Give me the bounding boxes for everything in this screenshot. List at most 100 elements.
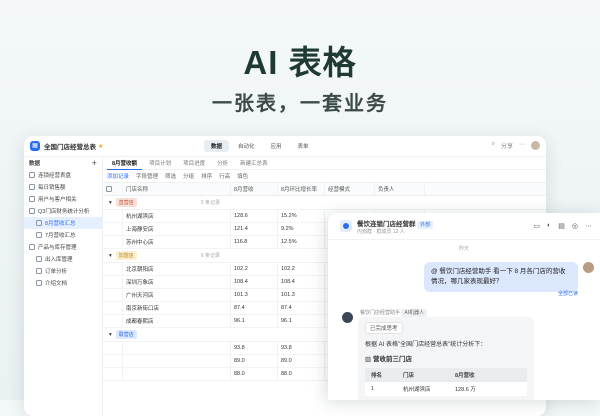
tab-0[interactable]: 8月营收额 — [107, 157, 143, 170]
sidebar-item[interactable]: 每日销售额 — [24, 181, 102, 193]
tab-1[interactable]: 项目计划 — [144, 157, 176, 169]
table-cell[interactable]: 96.1 — [231, 315, 278, 327]
row-checkbox[interactable] — [103, 289, 123, 301]
column-header[interactable]: 门店名称 — [123, 183, 231, 195]
user-avatar[interactable] — [583, 262, 594, 273]
more-icon[interactable]: ⋯ — [519, 141, 525, 150]
table-cell[interactable]: 南京新街口店 — [123, 302, 231, 314]
bot-icon[interactable]: ◎ — [572, 222, 578, 230]
read-status: 全部已读 — [557, 291, 578, 297]
sidebar-item[interactable]: 出入库管理 — [24, 253, 102, 265]
search-icon[interactable]: ⌕ — [492, 141, 495, 150]
sidebar-item[interactable]: 介绍文档 — [24, 277, 102, 289]
column-header[interactable]: 负责人 — [375, 183, 425, 195]
table-cell[interactable]: 杭州湖滨店 — [123, 210, 231, 222]
table-cell[interactable]: 128.6 — [231, 210, 278, 222]
row-checkbox[interactable] — [103, 276, 123, 288]
add-record-button[interactable]: 添加记录 — [107, 172, 129, 180]
tab-3[interactable]: 分析 — [212, 157, 233, 169]
more-icon[interactable]: ⋯ — [585, 222, 592, 230]
sidebar-item[interactable]: Q3门店财务统计分析 — [24, 205, 102, 217]
sidebar-item[interactable]: 订单分析 — [24, 265, 102, 277]
group-header[interactable]: ▾ 直营店 3 条记录 — [103, 196, 546, 210]
row-checkbox[interactable] — [103, 210, 123, 222]
row-checkbox[interactable] — [103, 315, 123, 327]
table-cell[interactable]: 87.4 — [231, 302, 278, 314]
table-cell[interactable]: 101.3 — [278, 289, 325, 301]
sort-button[interactable]: 排序 — [201, 172, 212, 180]
table-cell[interactable]: 87.4 — [278, 302, 325, 314]
share-button[interactable]: 分享 — [501, 141, 513, 150]
sidebar-item[interactable]: 7月营收汇总 — [24, 229, 102, 241]
bot-message: 已完成思考 根据 AI 表格"全国门店经营总表"统计分析下： ▥ 营收前三门店 … — [358, 317, 534, 400]
sidebar-add-icon[interactable]: ＋ — [91, 159, 97, 167]
chat-actions: ▭ ◐ ▤ ◎ ⋯ — [533, 222, 592, 230]
table-cell[interactable]: 101.3 — [231, 289, 278, 301]
app-title: 全国门店经营总表 — [44, 144, 96, 151]
column-header[interactable]: 8月环比增长率 — [278, 183, 325, 195]
table-cell[interactable]: 北京朝阳店 — [123, 263, 231, 275]
tab-2[interactable]: 项目进度 — [178, 157, 210, 169]
table-cell[interactable]: 116.8 — [231, 236, 278, 248]
summary-table-header: 排名 门店 8月营收 — [365, 368, 527, 382]
tab-4[interactable]: 新建汇总表 — [235, 157, 273, 169]
table-cell[interactable]: 102.2 — [231, 263, 278, 275]
table-cell[interactable]: 成都春熙店 — [123, 315, 231, 327]
table-cell[interactable]: 12.5% — [278, 236, 325, 248]
table-cell[interactable] — [123, 368, 231, 380]
table-cell[interactable]: 108.4 — [278, 276, 325, 288]
row-height-button[interactable]: 行高 — [219, 172, 230, 180]
mode-form[interactable]: 表单 — [291, 140, 316, 152]
table-cell[interactable]: 深圳万象店 — [123, 276, 231, 288]
table-cell[interactable]: 96.1 — [278, 315, 325, 327]
table-cell[interactable]: 108.4 — [231, 276, 278, 288]
table-cell[interactable]: 苏州中心店 — [123, 236, 231, 248]
group-button[interactable]: 分组 — [183, 172, 194, 180]
row-checkbox[interactable] — [103, 302, 123, 314]
table-cell[interactable]: 89.0 — [231, 355, 278, 367]
fill-color-button[interactable]: 填色 — [237, 172, 248, 180]
collapse-icon[interactable]: ▾ — [109, 200, 112, 206]
table-cell[interactable] — [123, 355, 231, 367]
row-checkbox[interactable] — [103, 368, 123, 380]
row-checkbox[interactable] — [103, 236, 123, 248]
column-header[interactable]: 8月营收 — [231, 183, 278, 195]
table-cell[interactable]: 15.2% — [278, 210, 325, 222]
row-checkbox[interactable] — [103, 355, 123, 367]
table-cell[interactable]: 93.8 — [231, 342, 278, 354]
table-cell[interactable]: 88.0 — [231, 368, 278, 380]
table-cell[interactable] — [123, 342, 231, 354]
row-checkbox[interactable] — [103, 263, 123, 275]
bot-avatar[interactable] — [342, 312, 353, 323]
thinking-toggle[interactable]: 已完成思考 — [365, 322, 403, 334]
doc-icon[interactable]: ▤ — [558, 222, 565, 230]
table-cell[interactable]: 89.0 — [278, 355, 325, 367]
table-cell[interactable]: 88.0 — [278, 368, 325, 380]
column-header[interactable]: 经营模式 — [325, 183, 375, 195]
mode-app[interactable]: 应用 — [264, 140, 289, 152]
user-avatar[interactable] — [531, 141, 540, 150]
table-cell[interactable]: 广州天河店 — [123, 289, 231, 301]
table-cell[interactable]: 93.8 — [278, 342, 325, 354]
sidebar-item[interactable]: 连锁经营表盘 — [24, 169, 102, 181]
table-cell[interactable]: 121.4 — [231, 223, 278, 235]
sidebar-item[interactable]: 用户与客户相关 — [24, 193, 102, 205]
filter-button[interactable]: 筛选 — [165, 172, 176, 180]
table-cell[interactable]: 上海静安店 — [123, 223, 231, 235]
star-icon[interactable]: ★ — [98, 143, 103, 150]
field-manage-button[interactable]: 字段管理 — [136, 172, 158, 180]
row-checkbox[interactable] — [103, 342, 123, 354]
sidebar-item[interactable]: 产品与库存管理 — [24, 241, 102, 253]
table-cell[interactable]: 9.2% — [278, 223, 325, 235]
collapse-icon[interactable]: ▾ — [109, 332, 112, 338]
table-cell[interactable]: 102.2 — [278, 263, 325, 275]
collapse-icon[interactable]: ▾ — [109, 253, 112, 259]
sidebar-item[interactable]: 8月营收汇总 — [24, 217, 102, 229]
sidebar-item-label: 产品与库存管理 — [38, 245, 77, 251]
select-all-checkbox[interactable] — [103, 183, 123, 195]
mode-data[interactable]: 数据 — [204, 140, 230, 152]
phone-icon[interactable]: ◐ — [547, 222, 551, 230]
mode-automation[interactable]: 自动化 — [231, 140, 262, 152]
row-checkbox[interactable] — [103, 223, 123, 235]
video-icon[interactable]: ▭ — [533, 222, 540, 230]
